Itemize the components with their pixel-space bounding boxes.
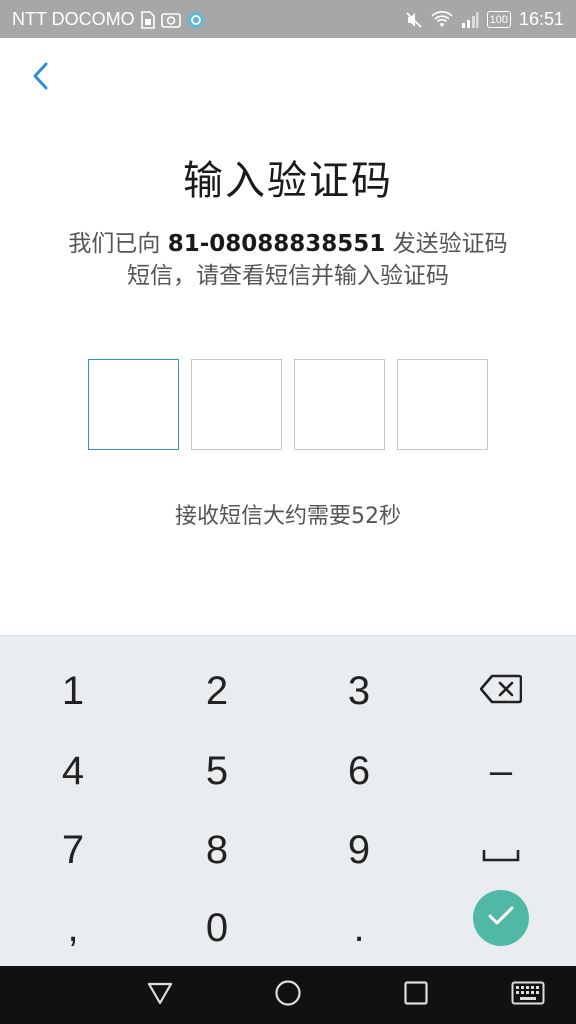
key-5[interactable]: 5	[157, 735, 277, 807]
code-digit-box-2[interactable]	[191, 359, 282, 450]
sync-icon	[187, 11, 205, 29]
key-dash[interactable]: –	[441, 735, 561, 807]
status-bar-right: 100 16:51	[405, 9, 564, 30]
space-icon	[482, 828, 520, 873]
chevron-left-icon	[30, 61, 50, 95]
status-bar: NTT DOCOMO 100 16:51	[0, 0, 576, 38]
key-9[interactable]: 9	[299, 814, 419, 886]
description-prefix: 我们已向	[68, 231, 168, 257]
recents-square-icon	[403, 980, 429, 1010]
nav-back-button[interactable]	[138, 976, 182, 1014]
numeric-keyboard: 1 2 3 4 5 6 – 7 8 9 , 0 .	[0, 635, 576, 966]
sms-countdown-text: 接收短信大约需要52秒	[175, 504, 401, 529]
mute-icon	[405, 11, 423, 29]
navigation-bar	[0, 966, 576, 1024]
home-circle-icon	[274, 979, 302, 1011]
backspace-icon	[479, 669, 523, 714]
key-3[interactable]: 3	[299, 655, 419, 727]
code-digit-box-3[interactable]	[294, 359, 385, 450]
wifi-icon	[431, 10, 453, 29]
nav-recents-button[interactable]	[394, 976, 438, 1014]
sim-card-icon	[140, 10, 155, 29]
key-period[interactable]: .	[299, 892, 419, 964]
verification-code-input	[88, 359, 488, 450]
keyboard-icon	[511, 981, 545, 1009]
key-6[interactable]: 6	[299, 735, 419, 807]
camera-icon	[160, 11, 181, 29]
code-digit-box-1[interactable]	[88, 359, 179, 450]
key-4[interactable]: 4	[13, 735, 133, 807]
nav-keyboard-button[interactable]	[506, 976, 550, 1014]
back-button[interactable]	[20, 58, 60, 98]
battery-icon: 100	[486, 11, 511, 28]
description-suffix: 发送验证码	[385, 231, 508, 257]
key-comma[interactable]: ,	[13, 892, 133, 964]
key-1[interactable]: 1	[13, 655, 133, 727]
key-7[interactable]: 7	[13, 814, 133, 886]
code-digit-box-4[interactable]	[397, 359, 488, 450]
clock: 16:51	[518, 9, 564, 29]
description-line-1: 我们已向 81-08088838551 发送验证码	[20, 228, 556, 260]
phone-number: 81-08088838551	[167, 231, 386, 257]
key-2[interactable]: 2	[157, 655, 277, 727]
page-title: 输入验证码	[183, 158, 393, 204]
backspace-key[interactable]	[441, 655, 561, 727]
space-key[interactable]	[441, 814, 561, 886]
status-bar-left: NTT DOCOMO	[12, 9, 205, 30]
nav-home-button[interactable]	[266, 976, 310, 1014]
checkmark-icon	[487, 905, 515, 931]
description-line-2: 短信，请查看短信并输入验证码	[127, 263, 449, 289]
carrier-name: NTT DOCOMO	[12, 9, 135, 29]
signal-icon	[461, 11, 479, 29]
back-triangle-icon	[146, 980, 174, 1010]
key-8[interactable]: 8	[157, 814, 277, 886]
description: 我们已向 81-08088838551 发送验证码 短信，请查看短信并输入验证码	[20, 228, 556, 292]
key-0[interactable]: 0	[157, 892, 277, 964]
confirm-button[interactable]	[473, 890, 529, 946]
